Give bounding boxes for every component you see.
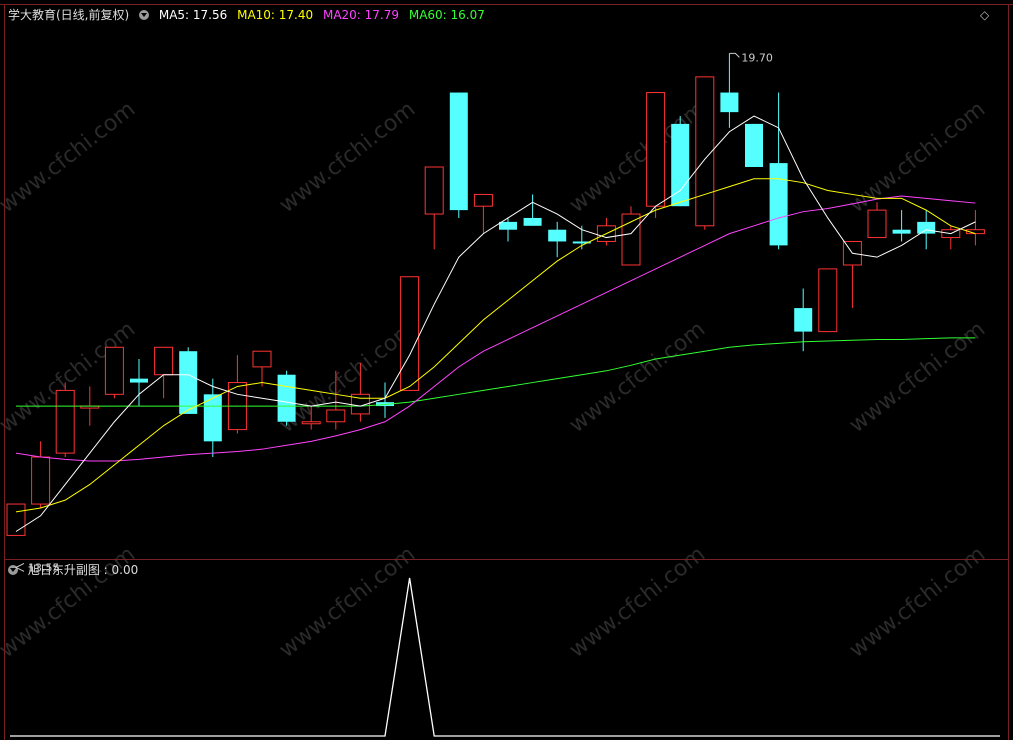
candle-body-up (473, 193, 493, 207)
candle-body-up (400, 276, 420, 391)
high-price-label: 19.70 (741, 51, 773, 64)
candle-body-down (523, 217, 542, 226)
candle-body-up (424, 166, 444, 215)
chart-window: www.cfchi.com www.cfchi.com www.cfchi.co… (0, 0, 1013, 740)
candle-body-down (917, 221, 936, 234)
candle-body-down (499, 221, 517, 230)
candle-body-up (326, 409, 346, 423)
candle-body-down (277, 374, 296, 422)
chart-canvas: 19.70 13.55 (6, 51, 1000, 737)
candle-body-up (31, 456, 51, 505)
candle-body-up (301, 421, 321, 425)
low-price-label: 13.55 (28, 561, 60, 574)
candle-body-down (449, 92, 468, 211)
candle-body-down (179, 351, 198, 414)
candle-body-up (6, 503, 26, 536)
candle-body-up (695, 76, 715, 227)
candle-body-up (646, 92, 666, 207)
candle-body-up (154, 346, 174, 376)
low-marker-arrow (14, 562, 25, 572)
candle-body-up (104, 346, 124, 395)
candle-body-down (130, 378, 148, 383)
candle-body-down (892, 229, 911, 234)
sub-indicator-line (10, 577, 1000, 737)
candle-body-down (671, 123, 690, 207)
candle-body-down (720, 92, 739, 113)
candle-body-up (818, 268, 838, 333)
high-marker-arrow (729, 52, 740, 58)
candle-body-down (745, 123, 763, 168)
candle-body-down (769, 163, 788, 246)
candle-body-up (55, 389, 75, 454)
candle-body-down (794, 308, 813, 332)
candle-body-down (548, 229, 567, 242)
candle-body-up (252, 350, 272, 368)
candle-body-up (867, 209, 887, 239)
